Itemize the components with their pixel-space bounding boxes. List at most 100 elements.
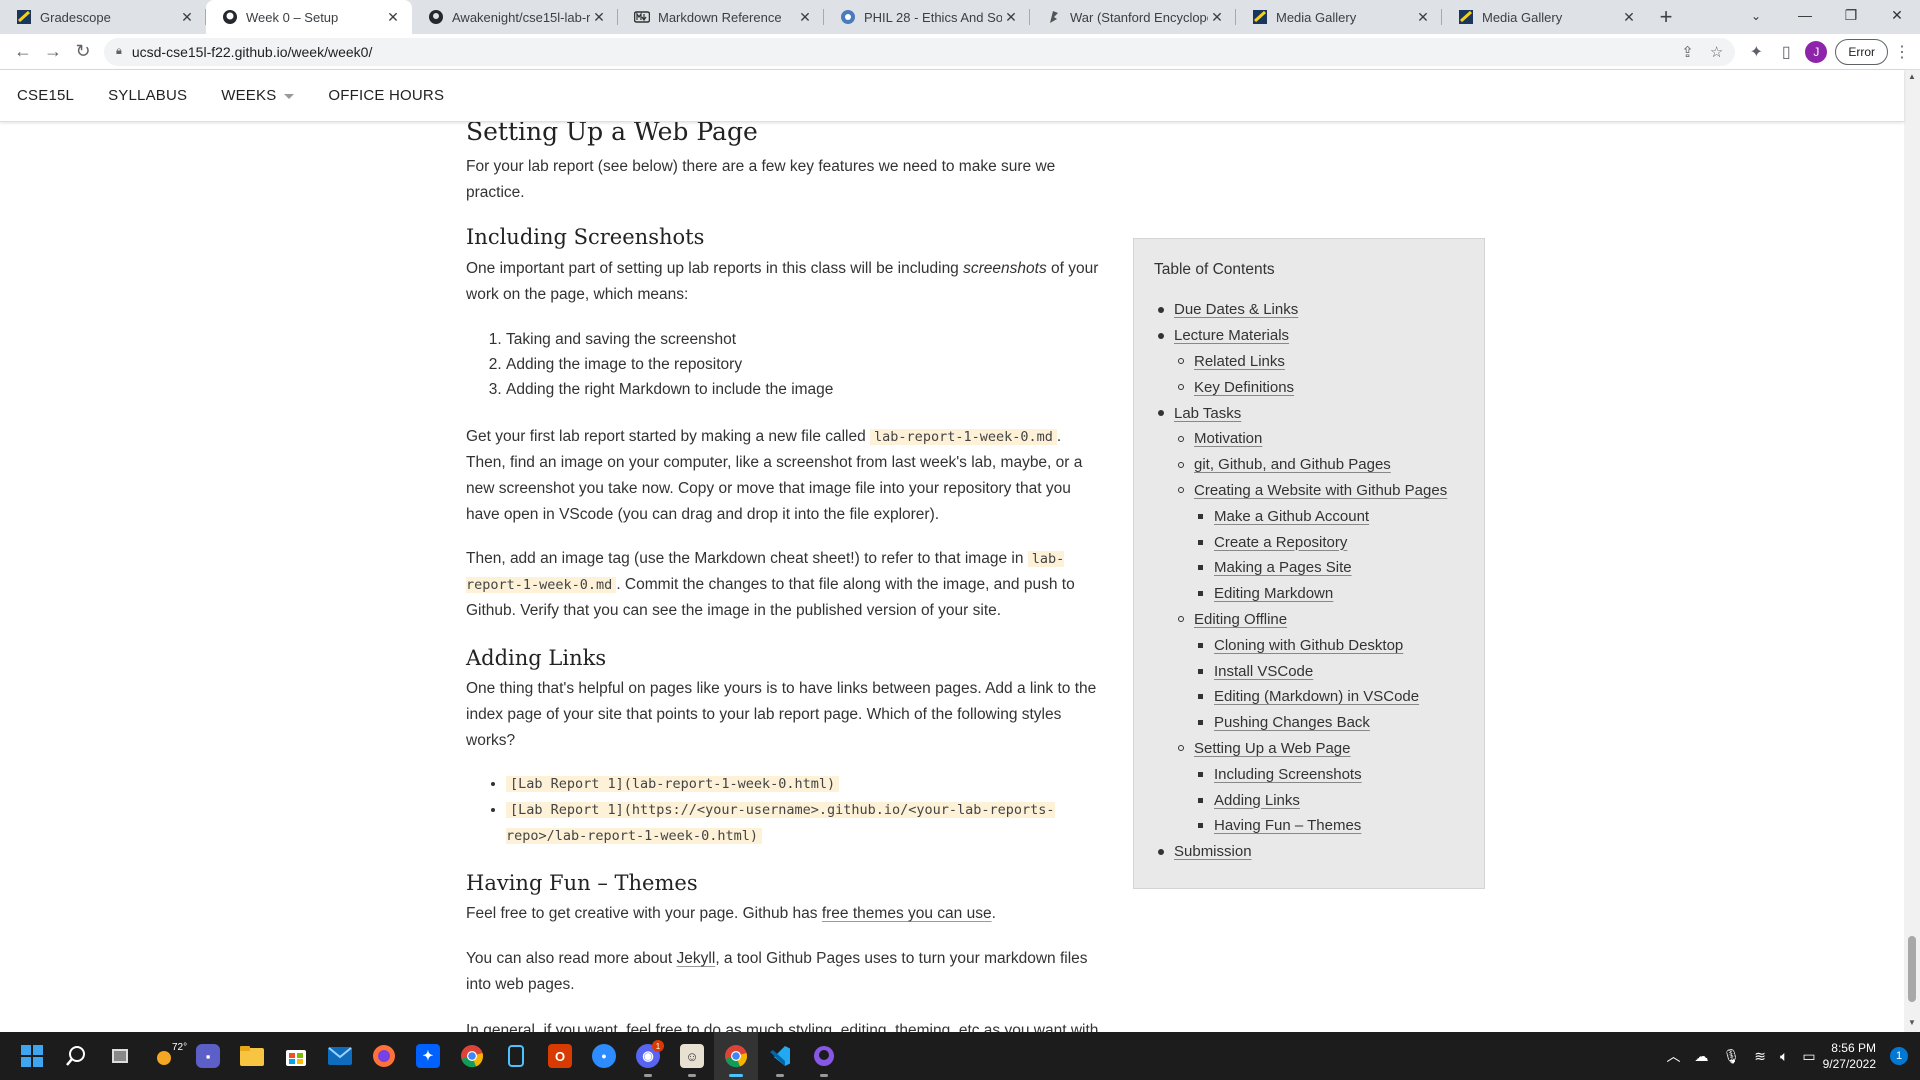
toc-link[interactable]: git, Github, and Github Pages — [1194, 456, 1391, 473]
minimize-icon[interactable]: — — [1782, 0, 1828, 30]
more-menu-icon[interactable]: ⋮ — [1892, 42, 1912, 62]
bookmark-star-icon[interactable]: ☆ — [1710, 43, 1723, 61]
close-tab-icon[interactable]: ✕ — [1002, 9, 1020, 26]
reload-icon[interactable]: ↻ — [68, 37, 98, 67]
tab-search-icon[interactable]: ⌄ — [1742, 4, 1770, 28]
tab-stanford-war[interactable]: War (Stanford Encyclopedi ✕ — [1030, 0, 1236, 34]
restore-icon[interactable]: ❐ — [1828, 0, 1874, 30]
zoom-icon[interactable]: ● — [582, 1032, 626, 1080]
url-text[interactable]: ucsd-cse15l-f22.github.io/week/week0/ — [132, 44, 1665, 60]
microphone-icon[interactable]: 🎙︎ — [1722, 1048, 1740, 1065]
toc-link[interactable]: Having Fun – Themes — [1214, 817, 1361, 834]
toc-link[interactable]: Key Definitions — [1194, 379, 1294, 396]
toc-list: Due Dates & Links Lecture Materials Relate… — [1154, 297, 1464, 865]
wifi-icon[interactable]: ≋ — [1754, 1048, 1766, 1065]
toc-link[interactable]: Submission — [1174, 843, 1252, 860]
toc-link[interactable]: Editing Markdown — [1214, 585, 1333, 602]
scroll-down-icon[interactable]: ▼ — [1904, 1018, 1920, 1032]
volume-icon[interactable]: 🔈︎ — [1780, 1048, 1788, 1065]
toc-link[interactable]: Due Dates & Links — [1174, 301, 1298, 318]
tab-media-gallery-2[interactable]: Media Gallery ✕ — [1442, 0, 1648, 34]
tab-markdown-reference[interactable]: Markdown Reference ✕ — [618, 0, 824, 34]
toc-link[interactable]: Setting Up a Web Page — [1194, 740, 1351, 757]
toc-link[interactable]: Creating a Website with Github Pages — [1194, 482, 1447, 499]
start-icon[interactable] — [10, 1032, 54, 1080]
toc-link[interactable]: Making a Pages Site — [1214, 559, 1352, 576]
toc-link[interactable]: Including Screenshots — [1214, 766, 1362, 783]
page-scrollbar[interactable]: ▲ ▼ — [1904, 70, 1920, 1032]
teams-chat-icon[interactable]: ▪ — [186, 1032, 230, 1080]
tab-title: Awakenight/cse15l-lab-rep — [452, 9, 590, 25]
side-panel-icon[interactable]: ▯ — [1771, 37, 1801, 67]
firefox-icon[interactable] — [362, 1032, 406, 1080]
toc-link[interactable]: Make a Github Account — [1214, 508, 1369, 525]
phone-link-icon[interactable] — [494, 1032, 538, 1080]
onedrive-icon[interactable]: ☁ — [1694, 1048, 1708, 1065]
toc-link[interactable]: Pushing Changes Back — [1214, 714, 1370, 731]
search-icon[interactable] — [54, 1032, 98, 1080]
close-tab-icon[interactable]: ✕ — [1414, 9, 1432, 26]
extensions-icon[interactable]: ✦ — [1741, 37, 1771, 67]
microsoft-store-icon[interactable] — [274, 1032, 318, 1080]
toc-link[interactable]: Related Links — [1194, 353, 1285, 370]
nav-syllabus[interactable]: SYLLABUS — [108, 87, 187, 104]
nav-office-hours[interactable]: OFFICE HOURS — [328, 87, 444, 104]
chevron-up-icon[interactable]: ︿ — [1666, 1046, 1680, 1066]
tab-week0-setup[interactable]: Week 0 – Setup ✕ — [206, 0, 412, 34]
app-icon[interactable]: ☺ — [670, 1032, 714, 1080]
close-window-icon[interactable]: ✕ — [1874, 0, 1920, 30]
close-tab-icon[interactable]: ✕ — [178, 9, 196, 26]
office-icon[interactable]: O — [538, 1032, 582, 1080]
error-button[interactable]: Error — [1835, 38, 1888, 65]
notification-badge[interactable]: 1 — [1890, 1047, 1908, 1065]
close-tab-icon[interactable]: ✕ — [590, 9, 608, 26]
jekyll-link[interactable]: Jekyll — [677, 950, 716, 967]
scroll-up-icon[interactable]: ▲ — [1904, 72, 1920, 86]
close-tab-icon[interactable]: ✕ — [1620, 9, 1638, 26]
vscode-icon[interactable] — [758, 1032, 802, 1080]
heading-themes: Having Fun – Themes — [466, 871, 698, 895]
address-bar[interactable]: 🔒︎ ucsd-cse15l-f22.github.io/week/week0/… — [104, 37, 1736, 66]
mail-icon[interactable] — [318, 1032, 362, 1080]
forward-icon[interactable]: → — [38, 37, 68, 67]
markdown-icon — [634, 9, 650, 25]
weather-icon[interactable]: 72° — [142, 1032, 187, 1080]
toc-link[interactable]: Editing Offline — [1194, 611, 1287, 628]
chrome-icon[interactable] — [450, 1032, 494, 1080]
close-tab-icon[interactable]: ✕ — [796, 9, 814, 26]
toc-link[interactable]: Motivation — [1194, 430, 1262, 447]
nav-weeks[interactable]: WEEKS — [221, 87, 295, 104]
battery-icon[interactable]: ▭ — [1802, 1048, 1815, 1065]
toc-item: Making a Pages Site — [1154, 555, 1464, 581]
toc-link[interactable]: Cloning with Github Desktop — [1214, 637, 1403, 654]
toc-link[interactable]: Create a Repository — [1214, 534, 1347, 551]
share-icon[interactable]: ⇪ — [1681, 43, 1694, 61]
lock-icon[interactable]: 🔒︎ — [116, 45, 122, 58]
close-tab-icon[interactable]: ✕ — [1208, 9, 1226, 26]
tab-phil28[interactable]: PHIL 28 - Ethics And Socie ✕ — [824, 0, 1030, 34]
toc-item: Setting Up a Web Page — [1154, 736, 1464, 762]
tab-github-repo[interactable]: Awakenight/cse15l-lab-rep ✕ — [412, 0, 618, 34]
chrome-profile-icon[interactable] — [714, 1032, 758, 1080]
discord-icon[interactable]: ◉ 1 — [626, 1032, 670, 1080]
clock[interactable]: 8:56 PM 9/27/2022 — [1823, 1040, 1876, 1072]
file-explorer-icon[interactable] — [230, 1032, 274, 1080]
windows-taskbar: 72° ▪ ✦ O ● ◉ 1 ☺ ︿ ☁ 🎙︎ ≋ 🔈︎ ▭ 8:56 PM 9… — [0, 1032, 1920, 1080]
toc-link[interactable]: Lab Tasks — [1174, 405, 1241, 422]
dropbox-icon[interactable]: ✦ — [406, 1032, 450, 1080]
back-icon[interactable]: ← — [8, 37, 38, 67]
profile-avatar[interactable]: J — [1805, 40, 1828, 63]
tab-media-gallery-1[interactable]: Media Gallery ✕ — [1236, 0, 1442, 34]
toc-link[interactable]: Lecture Materials — [1174, 327, 1289, 344]
task-view-icon[interactable] — [98, 1032, 142, 1080]
tab-gradescope[interactable]: Gradescope ✕ — [0, 0, 206, 34]
new-tab-button[interactable]: + — [1648, 0, 1684, 34]
free-themes-link[interactable]: free themes you can use — [822, 905, 992, 922]
scrollbar-thumb[interactable] — [1908, 936, 1916, 1002]
github-desktop-icon[interactable] — [802, 1032, 846, 1080]
nav-brand[interactable]: CSE15L — [17, 87, 74, 104]
close-tab-icon[interactable]: ✕ — [384, 9, 402, 26]
toc-link[interactable]: Install VSCode — [1214, 663, 1313, 680]
toc-link[interactable]: Adding Links — [1214, 792, 1300, 809]
toc-link[interactable]: Editing (Markdown) in VSCode — [1214, 688, 1419, 705]
